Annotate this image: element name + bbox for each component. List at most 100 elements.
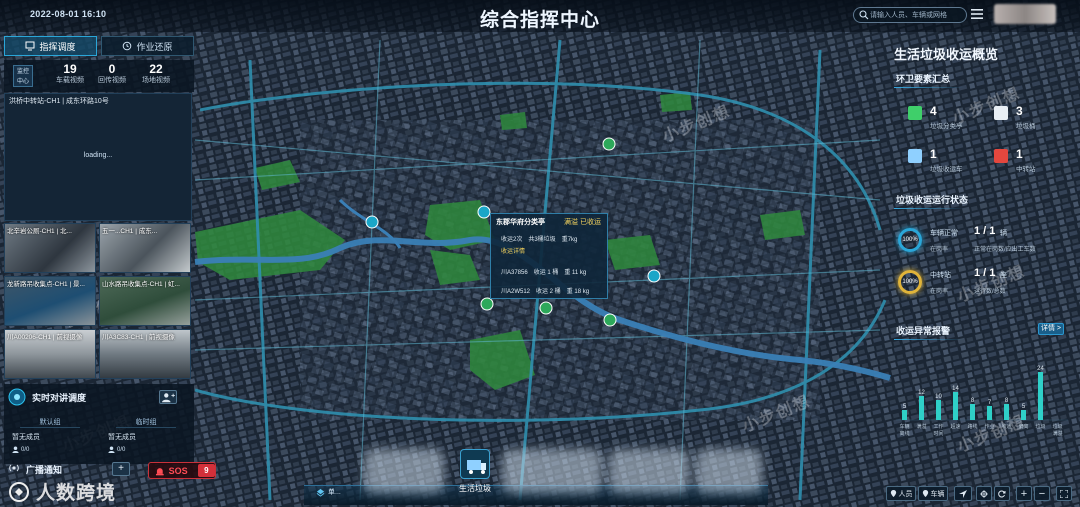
corner-watermark: 人数跨境 — [8, 478, 116, 505]
chart-tick-label: 偏离 — [1018, 423, 1028, 430]
chart-bar[interactable] — [1004, 404, 1009, 420]
dock-left-button[interactable]: 单... — [316, 487, 341, 497]
user-avatar[interactable] — [994, 4, 1056, 24]
element-stat[interactable]: 1 中转站 — [994, 147, 1074, 175]
sos-button[interactable]: SOS 9 — [148, 462, 216, 479]
chart-bar[interactable] — [1038, 372, 1043, 420]
talk-group-default[interactable]: 默认组 暂无成员 0/0 — [8, 418, 88, 458]
chart-tick-label: 垃圾 — [1052, 423, 1062, 430]
group-count: 0/0 — [12, 446, 88, 453]
tab-label: 作业还原 — [136, 41, 173, 52]
menu-icon[interactable] — [971, 9, 983, 19]
popup-cell: 重 11 kg — [564, 270, 587, 276]
brand-logo-icon — [9, 481, 29, 502]
thumbnail-label: 龙新路吊收集点-CH1 | 景... — [7, 281, 85, 288]
thumbnail-label: 五一...CH1 | 成东... — [102, 228, 158, 235]
run-value: 1 / 1 — [974, 267, 996, 279]
element-label: 垃圾收运车 — [930, 166, 963, 173]
add-broadcast-button[interactable]: + — [112, 462, 130, 476]
zoom-fit-button[interactable] — [976, 486, 992, 501]
zoom-out-button[interactable]: − — [1034, 486, 1050, 501]
popup-section-header[interactable]: 收运详情 — [501, 246, 525, 255]
element-label: 垃圾桶 — [1016, 123, 1036, 130]
badge-line: 监控 — [16, 69, 29, 75]
tab-dispatch[interactable]: 指挥调度 — [4, 36, 97, 56]
refresh-icon — [998, 490, 1006, 497]
run-value: 1 / 1 — [974, 225, 996, 237]
popup-cell: 收运详情 — [501, 249, 526, 255]
group-count-value: 0/0 — [21, 446, 30, 453]
video-thumbnail[interactable]: 五一...CH1 | 成东... — [99, 223, 191, 273]
site-info-popup[interactable]: 东郡华府分类亭 满溢 已收运 收运2次 共3桶垃圾 重7kg 收运详情 川A37… — [490, 213, 608, 299]
run-desc: 运行数/总数 — [974, 289, 1006, 295]
monitor-icon — [25, 41, 35, 51]
element-stat[interactable]: 4 垃圾分类亭 — [908, 104, 988, 132]
video-thumbnail[interactable]: 龙新路吊收集点-CH1 | 景... — [4, 276, 96, 326]
chart-tick-label: 离线 — [899, 430, 909, 437]
dock-item-blurred[interactable] — [364, 449, 444, 493]
toggle-vehicles-button[interactable]: 车辆 — [918, 486, 948, 501]
stat-return-video[interactable]: 0 回传视频 — [90, 63, 134, 86]
section-title: 环卫要素汇总 — [894, 74, 965, 88]
dock-item-blurred[interactable] — [696, 449, 762, 493]
run-status-vehicles[interactable]: 100% 车辆正常 1 / 1 辆 在岗率 正常在岗数/应出工车数 — [890, 224, 1080, 260]
chart-tick-label: 作业 — [984, 423, 994, 430]
dock-item-blurred[interactable] — [502, 449, 602, 493]
run-status-station[interactable]: 100% 中转站 1 / 1 座 在岗率 运行数/总数 — [890, 266, 1080, 302]
zoom-in-button[interactable]: + — [1016, 486, 1032, 501]
chart-bar[interactable] — [1021, 410, 1026, 420]
popup-cell: 重7kg — [561, 237, 578, 243]
stat-site-video[interactable]: 22 场地视频 — [134, 63, 178, 86]
thumbnail-label: 川A3C83-CH1 | 前视摄像 — [102, 334, 175, 341]
element-stat[interactable]: 3 垃圾桶 — [994, 104, 1074, 132]
alarm-details-button[interactable]: 详情 > — [1038, 323, 1064, 335]
refresh-button[interactable] — [994, 486, 1010, 501]
video-thumbnail[interactable]: 北辛岩公厕-CH1 | 北... — [4, 223, 96, 273]
chart-bar[interactable] — [987, 406, 992, 420]
chart-data-label: 5 — [903, 404, 907, 410]
dock-item-household-waste[interactable]: 生活垃圾 — [452, 449, 498, 503]
add-user-icon — [162, 393, 175, 403]
chart-bar[interactable] — [970, 404, 975, 420]
video-thumbnail-grid: 北辛岩公厕-CH1 | 北... 五一...CH1 | 成东... 龙新路吊收集… — [4, 223, 192, 379]
popup-row: 川A37856 收运 1 桶 重 11 kg — [501, 267, 586, 276]
tab-replay[interactable]: 作业还原 — [101, 36, 194, 56]
run-sub: 在岗率 — [930, 289, 949, 295]
location-icon — [890, 490, 896, 497]
chart-bar[interactable] — [902, 410, 907, 420]
popup-cell: 收运 1 桶 — [533, 270, 559, 276]
video-thumbnail[interactable]: 川A00206-CH1 | 前视摄像 — [4, 329, 96, 379]
stat-vehicle-video[interactable]: 19 车载视频 — [48, 63, 92, 86]
search-icon — [859, 10, 869, 20]
sorting-kiosk-icon — [908, 106, 922, 120]
monitor-center-badge[interactable]: 监控 中心 — [13, 65, 33, 87]
bottom-dock: 单... 生活垃圾 — [304, 447, 768, 505]
run-desc: 正常在岗数/应出工车数 — [974, 247, 1036, 253]
popup-cell: 收运2次 — [501, 237, 523, 243]
locate-button[interactable] — [954, 486, 972, 501]
dock-item-blurred[interactable] — [609, 449, 689, 493]
chart-bar[interactable] — [953, 392, 958, 420]
chart-tick-label: 满溢 — [1052, 430, 1062, 437]
search-box[interactable] — [853, 7, 967, 23]
navigation-arrow-icon — [959, 489, 967, 498]
video-thumbnail[interactable]: 川A3C83-CH1 | 前视摄像 — [99, 329, 191, 379]
group-name: 临时组 — [116, 418, 176, 428]
element-stat[interactable]: 1 垃圾收运车 — [908, 147, 988, 175]
dock-item-label: 生活垃圾 — [459, 484, 491, 493]
popup-cell: 收运 2 桶 — [536, 289, 561, 295]
chart-tick-label: 超速 — [950, 423, 960, 430]
chart-tick-label: 满溢 — [916, 423, 926, 430]
toggle-people-button[interactable]: 人员 — [886, 486, 916, 501]
section-title: 垃圾收运运行状态 — [894, 195, 969, 209]
chart-bar[interactable] — [919, 396, 924, 420]
chart-bar[interactable] — [936, 400, 941, 420]
video-loading-text: loading... — [83, 152, 113, 159]
search-input[interactable] — [870, 9, 964, 21]
add-member-button[interactable] — [159, 390, 177, 404]
fullscreen-button[interactable] — [1056, 486, 1072, 501]
video-thumbnail[interactable]: 山水路吊收集点-CH1 | 虹... — [99, 276, 191, 326]
talk-group-temp[interactable]: 临时组 暂无成员 0/0 — [104, 418, 184, 458]
element-label: 垃圾分类亭 — [930, 123, 963, 130]
main-video-player[interactable]: 洪桥中转站-CH1 | 成东环路10号 loading... — [4, 93, 192, 221]
